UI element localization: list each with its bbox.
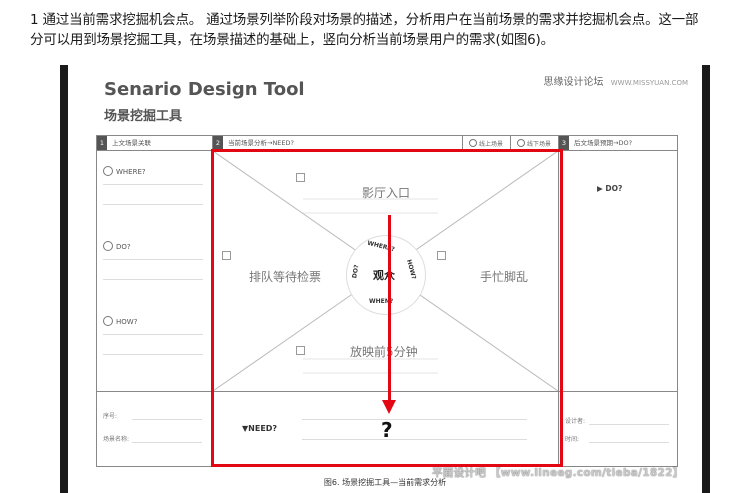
divider [589,442,669,443]
left-label-how: HOW? [103,316,137,326]
title-english: Senario Design Tool [104,79,305,100]
red-arrow-shaft [388,215,391,405]
circle-icon [103,316,113,326]
divider [132,419,202,420]
left-label-where: WHERE? [103,166,146,176]
serial-label: 序号: [103,413,118,420]
radio-online[interactable]: 线上场景 [469,139,503,148]
divider [103,204,203,205]
column-label-2: 当前场景分析→NEED? [228,139,294,147]
watermark-top: 思缘设计论坛 WWW.MISSYUAN.COM [544,73,688,88]
divider [103,184,203,185]
figure-image: Senario Design Tool 场景挖掘工具 思缘设计论坛 WWW.MI… [60,65,710,493]
column-label-1: 上文场景关联 [112,139,151,147]
radio-offline[interactable]: 线下场景 [517,139,551,148]
tool-sheet: Senario Design Tool 场景挖掘工具 思缘设计论坛 WWW.MI… [68,65,702,493]
radio-circle-icon [517,139,525,147]
divider [103,279,203,280]
circle-icon [103,241,113,251]
divider [103,354,203,355]
radio-circle-icon [469,139,477,147]
column-head-3: 3 后文场景预期→DO? [559,136,677,151]
intro-paragraph: 1 通过当前需求挖掘机会点。 通过场景列举阶段对场景的描述，分析用户在当前场景的… [30,10,745,50]
red-highlight-box [211,149,563,467]
divider [510,136,511,150]
column-head-1: 1 上文场景关联 [97,136,212,151]
watermark-top-text: 思缘设计论坛 [543,77,604,88]
time-label: 时间: [565,436,580,443]
paragraph-line-1: 1 通过当前需求挖掘机会点。 通过场景列举阶段对场景的描述，分析用户在当前场景的… [30,12,699,28]
right-label-do: ▶ DO? [597,184,623,193]
watermark-top-url: WWW.MISSYUAN.COM [610,79,688,87]
column-num-1: 1 [97,136,107,150]
scene-name-label: 场景名称: [103,436,130,443]
paragraph-line-2: 分可以用到场景挖掘工具，在场景描述的基础上，竖向分析当前场景用户的需求(如图6)… [30,32,554,48]
left-label-do-text: DO? [116,243,131,251]
title-chinese: 场景挖掘工具 [104,109,183,124]
divider [103,259,203,260]
column-num-3: 3 [559,136,569,150]
radio-online-label: 线上场景 [479,141,504,148]
radio-offline-label: 线下场景 [527,141,552,148]
divider [103,334,203,335]
left-label-do: DO? [103,241,131,251]
divider [132,442,202,443]
watermark-bottom: 平面设计吧 【www.lineeg.com/tieba/1822】 [432,467,684,479]
divider [462,136,463,150]
column-label-3: 后文场景预期→DO? [574,139,633,147]
column-num-2: 2 [213,136,223,150]
designer-label: 设计者: [565,418,586,425]
circle-icon [103,166,113,176]
left-label-how-text: HOW? [116,318,138,326]
left-label-where-text: WHERE? [116,168,146,176]
divider [589,424,669,425]
red-arrow-head-icon [382,400,396,414]
